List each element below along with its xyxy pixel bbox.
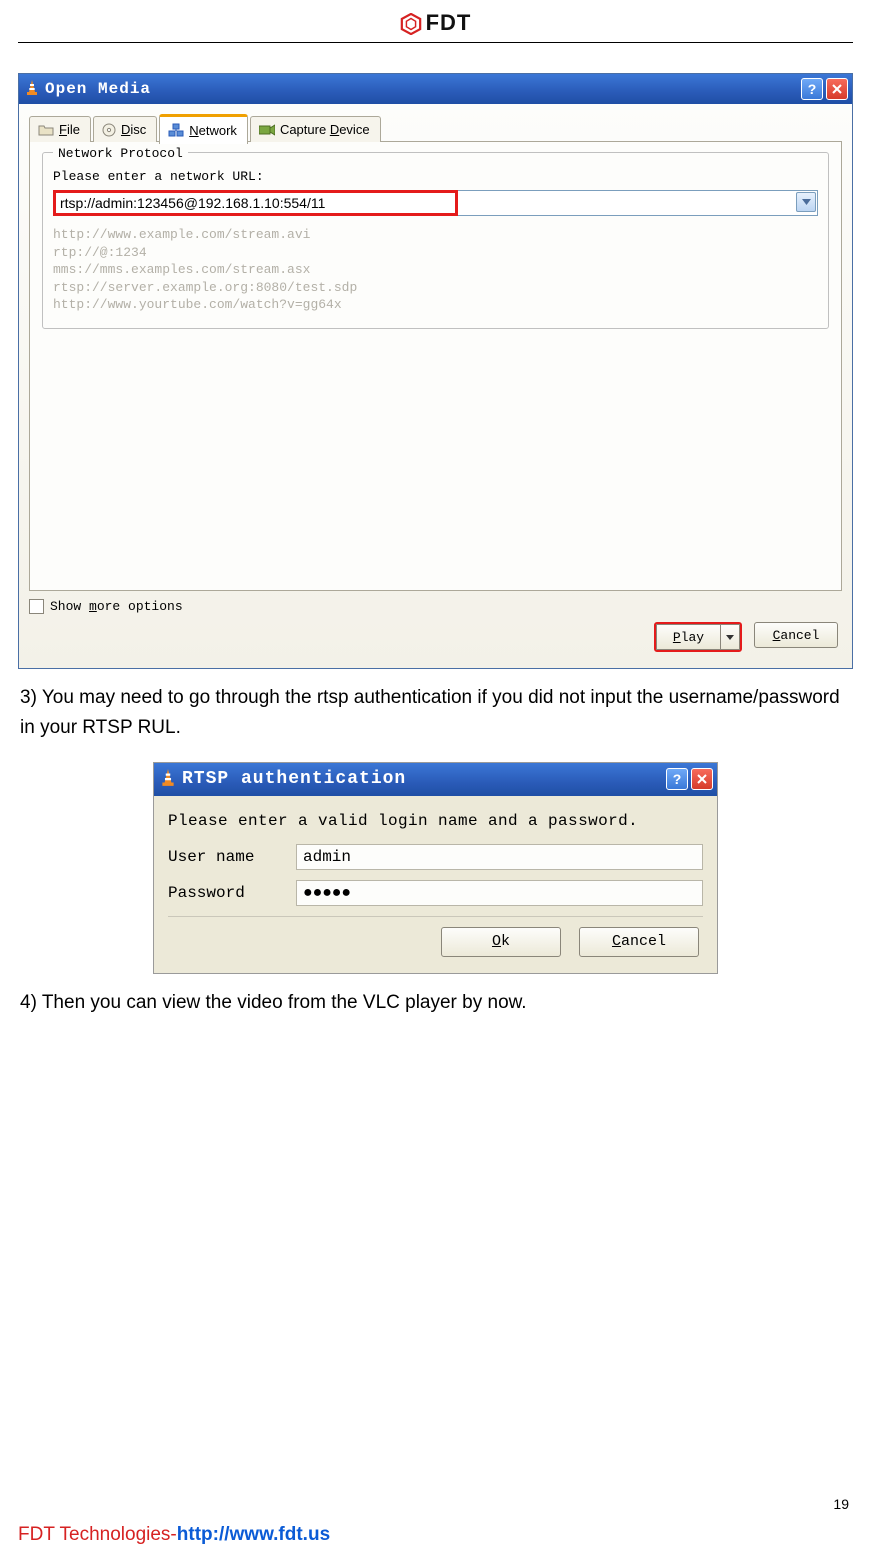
rtsp-auth-wrap: RTSP authentication ? Please enter a val…	[18, 762, 853, 974]
play-button-group: Play	[654, 622, 742, 652]
tab-capture-device[interactable]: Capture Device	[250, 116, 381, 142]
close-button[interactable]	[826, 78, 848, 100]
rtsp-auth-body: Please enter a valid login name and a pa…	[154, 796, 717, 973]
rtsp-auth-title: RTSP authentication	[182, 769, 666, 789]
url-prompt: Please enter a network URL:	[53, 169, 818, 184]
footer-url[interactable]: http://www.fdt.us	[177, 1524, 330, 1545]
cancel-button[interactable]: Cancel	[579, 927, 699, 957]
tabstrip: File Disc Network	[29, 114, 842, 142]
open-media-footer: Play Cancel	[29, 614, 842, 658]
close-button[interactable]	[691, 768, 713, 790]
brand-logo: FDT	[400, 10, 472, 36]
open-media-body: File Disc Network	[19, 104, 852, 668]
divider	[168, 916, 703, 917]
password-row: Password	[168, 880, 703, 906]
tab-disc-label: Disc	[121, 122, 146, 137]
folder-icon	[38, 124, 54, 136]
username-row: User name	[168, 844, 703, 870]
open-media-titlebar[interactable]: Open Media ?	[19, 74, 852, 104]
page-number: 19	[833, 1496, 849, 1512]
page-header: FDT	[18, 0, 853, 43]
titlebar-buttons: ?	[801, 78, 848, 100]
disc-icon	[102, 123, 116, 137]
network-protocol-fieldset: Network Protocol Please enter a network …	[42, 152, 829, 329]
vlc-cone-icon	[25, 80, 39, 99]
tab-capture-label: Capture Device	[280, 122, 370, 137]
tab-network[interactable]: Network	[159, 114, 248, 144]
url-row	[53, 190, 818, 216]
ok-button[interactable]: Ok	[441, 927, 561, 957]
username-label: User name	[168, 848, 296, 866]
help-button[interactable]: ?	[801, 78, 823, 100]
show-more-label: Show more options	[50, 599, 183, 614]
password-label: Password	[168, 884, 296, 902]
capture-device-icon	[259, 124, 275, 136]
network-protocol-legend: Network Protocol	[53, 146, 188, 161]
page-footer: FDT Technologies-http://www.fdt.us	[18, 1524, 330, 1546]
url-examples: http://www.example.com/stream.avi rtp://…	[53, 226, 818, 314]
show-more-checkbox[interactable]	[29, 599, 44, 614]
open-media-dialog: Open Media ? File Disc	[18, 73, 853, 669]
rtsp-auth-dialog: RTSP authentication ? Please enter a val…	[153, 762, 718, 974]
password-input[interactable]	[296, 880, 703, 906]
help-button[interactable]: ?	[666, 768, 688, 790]
auth-message: Please enter a valid login name and a pa…	[168, 812, 703, 830]
brand-text: FDT	[426, 10, 472, 36]
network-panel: Network Protocol Please enter a network …	[29, 141, 842, 591]
titlebar-buttons: ?	[666, 768, 713, 790]
tab-file-label: File	[59, 122, 80, 137]
vlc-cone-icon	[160, 769, 176, 790]
tab-network-label: Network	[189, 123, 237, 138]
brand-hexagon-icon	[400, 10, 422, 36]
footer-company: FDT Technologies-	[18, 1524, 177, 1545]
rtsp-auth-footer: Ok Cancel	[168, 927, 703, 963]
rtsp-auth-titlebar[interactable]: RTSP authentication ?	[154, 763, 717, 796]
show-more-row: Show more options	[29, 599, 842, 614]
tab-disc[interactable]: Disc	[93, 116, 157, 142]
open-media-title: Open Media	[45, 80, 801, 98]
play-dropdown-button[interactable]	[720, 624, 740, 650]
username-input[interactable]	[296, 844, 703, 870]
network-icon	[168, 123, 184, 137]
cancel-button[interactable]: Cancel	[754, 622, 838, 648]
play-button[interactable]: Play	[656, 624, 720, 650]
url-dropdown-button[interactable]	[796, 192, 816, 212]
step-4-text: 4) Then you can view the video from the …	[20, 988, 851, 1018]
tab-file[interactable]: File	[29, 116, 91, 142]
step-3-text: 3) You may need to go through the rtsp a…	[20, 683, 851, 744]
network-url-input[interactable]	[53, 190, 818, 216]
